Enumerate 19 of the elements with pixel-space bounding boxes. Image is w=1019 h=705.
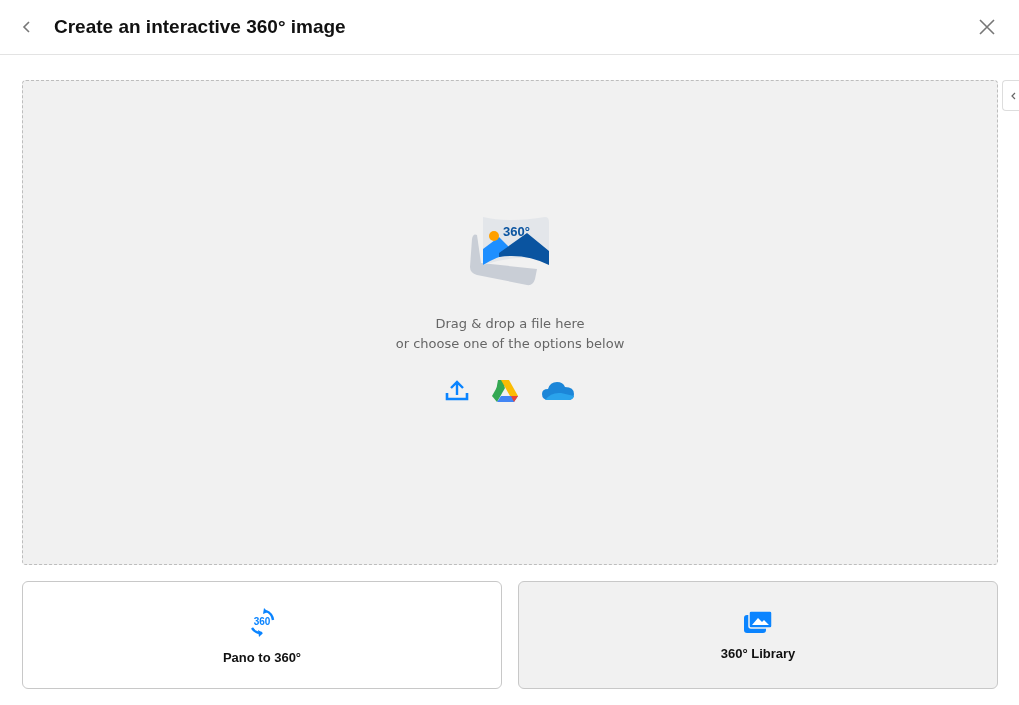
option-card[interactable]: 360 Pano to 360° [22, 581, 502, 689]
triangle-logo-icon[interactable] [491, 378, 519, 403]
dialog-title: Create an interactive 360° image [54, 16, 347, 38]
option-card[interactable]: 360° Library [518, 581, 998, 689]
drop-zone[interactable]: 360° Drag & drop a file here or choose one of the options below [22, 80, 998, 565]
back-chevron-icon[interactable] [22, 21, 32, 33]
collapse-panel-button[interactable] [1002, 80, 1019, 111]
instruction-text: Drag & drop a file here [435, 314, 585, 333]
image-stack-icon [743, 609, 773, 634]
upload-icon[interactable] [445, 379, 469, 402]
circular-arrows-icon [251, 607, 275, 637]
cloud-icon[interactable] [541, 379, 575, 402]
chevron-left-icon [1009, 91, 1016, 100]
option-label: Pano to 360° [222, 649, 302, 665]
icon-label: 360 [253, 615, 271, 627]
close-icon[interactable] [979, 19, 995, 35]
instruction-text: or choose one of the options below [395, 334, 625, 353]
badge-label: 360° [503, 223, 530, 239]
option-label: 360° Library [720, 645, 796, 661]
